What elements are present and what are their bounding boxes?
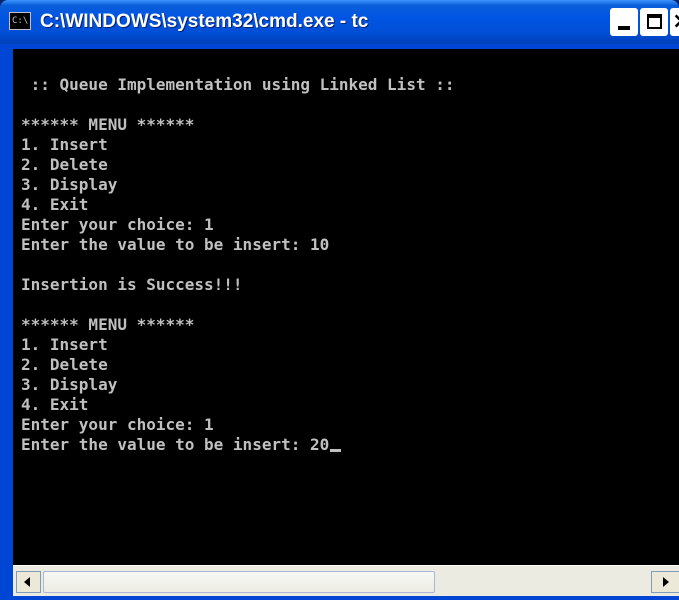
minimize-button[interactable] bbox=[610, 8, 638, 36]
console-app-icon[interactable]: C:\ bbox=[9, 12, 31, 30]
console-line: Insertion is Success!!! bbox=[21, 275, 243, 294]
maximize-icon bbox=[647, 14, 662, 29]
scroll-thumb[interactable] bbox=[43, 571, 435, 593]
console-line: :: Queue Implementation using Linked Lis… bbox=[21, 75, 455, 94]
console-line: 3. Display bbox=[21, 175, 118, 194]
maximize-button[interactable] bbox=[640, 8, 668, 36]
console-line: 3. Display bbox=[21, 375, 118, 394]
console-prompt-line[interactable]: Enter the value to be insert: 20 bbox=[21, 435, 454, 455]
console-line: Enter your choice: 1 bbox=[21, 215, 214, 234]
console-line: 1. Insert bbox=[21, 135, 108, 154]
title-bar[interactable]: C:\ C:\WINDOWS\system32\cmd.exe - tc × bbox=[0, 0, 679, 44]
console-lines: :: Queue Implementation using Linked Lis… bbox=[21, 75, 454, 455]
console-line: Enter your choice: 1 bbox=[21, 415, 214, 434]
arrow-right-icon bbox=[663, 577, 669, 587]
arrow-left-icon bbox=[24, 577, 30, 587]
close-button[interactable]: × bbox=[670, 8, 679, 36]
console-line: 1. Insert bbox=[21, 335, 108, 354]
console-output[interactable]: :: Queue Implementation using Linked Lis… bbox=[13, 49, 679, 565]
console-line: ****** MENU ****** bbox=[21, 115, 195, 134]
horizontal-scrollbar[interactable] bbox=[13, 565, 679, 596]
minimize-icon bbox=[618, 26, 630, 30]
console-line: ****** MENU ****** bbox=[21, 315, 195, 334]
console-window: C:\ C:\WINDOWS\system32\cmd.exe - tc × :… bbox=[0, 0, 679, 600]
scroll-left-button[interactable] bbox=[16, 571, 41, 593]
scroll-right-button[interactable] bbox=[651, 571, 679, 593]
console-line: 4. Exit bbox=[21, 195, 89, 214]
text-cursor bbox=[330, 449, 342, 452]
console-line: 2. Delete bbox=[21, 355, 108, 374]
window-title: C:\WINDOWS\system32\cmd.exe - tc bbox=[40, 11, 369, 32]
console-line: 4. Exit bbox=[21, 395, 89, 414]
console-line: Enter the value to be insert: 10 bbox=[21, 235, 330, 254]
console-line: 2. Delete bbox=[21, 155, 108, 174]
console-line-text: Enter the value to be insert: 20 bbox=[21, 435, 330, 454]
close-icon: × bbox=[672, 11, 679, 33]
